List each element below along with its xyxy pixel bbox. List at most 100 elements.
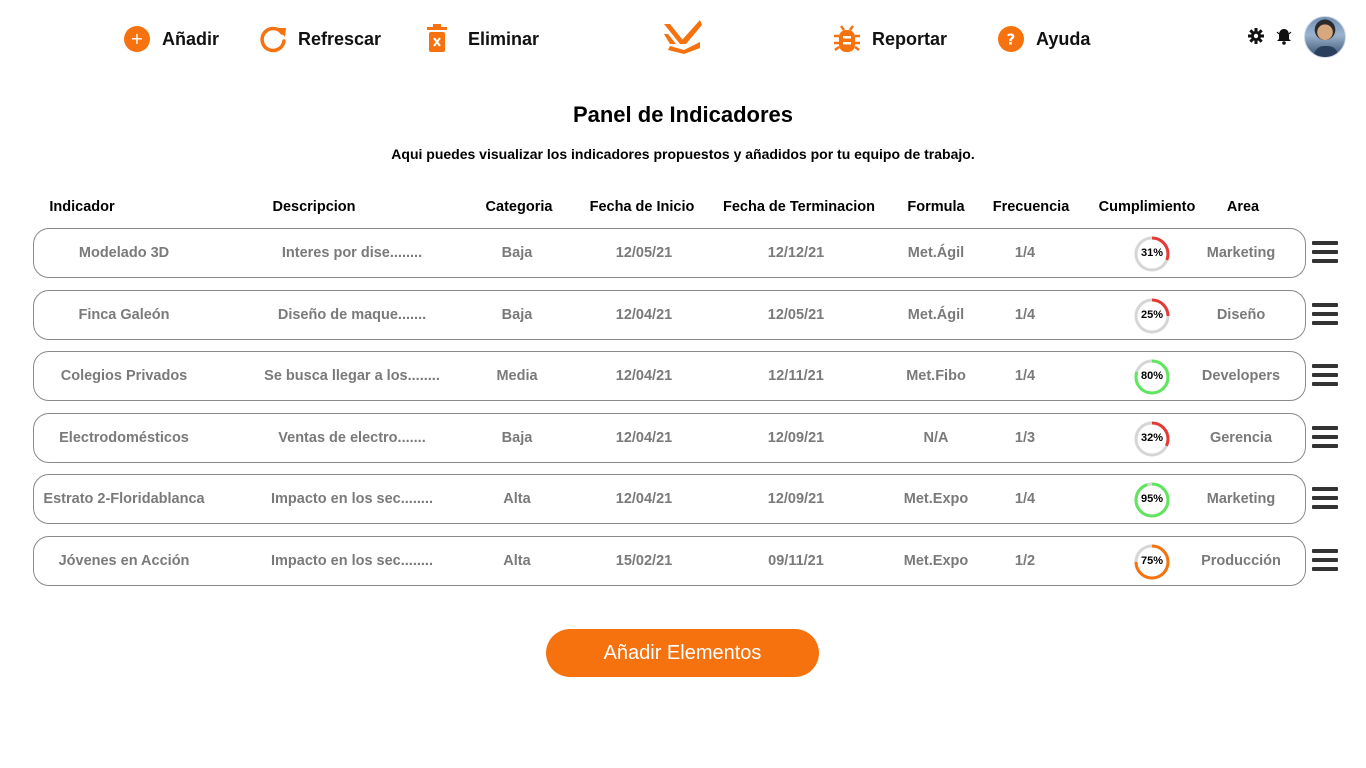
cell-frecuencia: 1/3 [1014,430,1036,446]
cell-area: Marketing [1206,491,1276,507]
table-row[interactable]: Jóvenes en Acción Impacto en los sec....… [33,536,1306,586]
row-menu-icon[interactable] [1312,549,1338,573]
progress-ring-label: 32% [1140,432,1164,444]
cell-fecha-inicio: 12/05/21 [615,245,673,261]
cell-fecha-fin: 12/05/21 [767,307,825,323]
refresh-label: Refrescar [298,28,382,49]
cell-indicador: Modelado 3D [78,245,170,261]
table-row[interactable]: Finca Galeón Diseño de maque....... Baja… [33,290,1306,340]
row-menu-icon[interactable] [1312,241,1338,265]
help-glyph: ? [1007,31,1016,49]
cell-indicador: Estrato 2-Floridablanca [43,491,205,507]
progress-ring: 95% [1133,481,1171,519]
row-menu-icon[interactable] [1312,426,1338,450]
cell-frecuencia: 1/4 [1014,368,1036,384]
row-menu-icon[interactable] [1312,303,1338,327]
cell-categoria: Alta [503,553,531,569]
cell-indicador: Colegios Privados [60,368,188,384]
table-row[interactable]: Colegios Privados Se busca llegar a los.… [33,351,1306,401]
cell-frecuencia: 1/2 [1014,553,1036,569]
brand-logo [664,20,702,54]
avatar[interactable] [1304,16,1346,58]
gear-icon[interactable] [1248,28,1264,44]
cell-area: Diseño [1216,307,1266,323]
cell-descripcion: Impacto en los sec........ [271,491,433,507]
cell-indicador: Electrodomésticos [59,430,189,446]
add-elements-button[interactable]: Añadir Elementos [546,629,819,677]
trash-icon [422,24,452,54]
cell-area: Developers [1201,368,1281,384]
cell-indicador: Jóvenes en Acción [58,553,190,569]
cell-categoria: Alta [503,491,531,507]
top-toolbar: + Añadir Refrescar Eliminar Reportar ? A… [0,0,1366,80]
cell-categoria: Baja [501,430,533,446]
cell-formula: Met.Ágil [907,245,965,261]
plus-circle-icon: + [122,24,152,54]
cell-fecha-fin: 12/09/21 [767,430,825,446]
cell-fecha-inicio: 12/04/21 [615,491,673,507]
cell-descripcion: Ventas de electro....... [278,430,426,446]
cell-fecha-fin: 12/11/21 [768,368,824,384]
add-button[interactable]: + Añadir [122,20,219,58]
progress-ring-label: 80% [1140,370,1164,382]
cell-frecuencia: 1/4 [1014,491,1036,507]
column-header-cumplimiento: Cumplimiento [1098,199,1196,215]
table-row[interactable]: Estrato 2-Floridablanca Impacto en los s… [33,474,1306,524]
cell-fecha-inicio: 12/04/21 [615,430,673,446]
cell-fecha-fin: 09/11/21 [768,553,824,569]
plus-glyph: + [130,29,143,48]
cell-descripcion: Interes por dise........ [281,245,423,261]
delete-button[interactable]: Eliminar [422,20,539,58]
cell-area: Marketing [1206,245,1276,261]
cell-categoria: Baja [501,307,533,323]
help-button[interactable]: ? Ayuda [996,20,1090,58]
help-circle-icon: ? [996,24,1026,54]
help-label: Ayuda [1036,28,1091,49]
progress-ring: 25% [1133,297,1171,335]
column-header-indicador: Indicador [49,199,115,215]
cell-frecuencia: 1/4 [1014,245,1036,261]
cell-formula: Met.Ágil [907,307,965,323]
refresh-button[interactable]: Refrescar [258,20,381,58]
row-menu-icon[interactable] [1312,364,1338,388]
cell-fecha-inicio: 15/02/21 [615,553,673,569]
progress-ring-label: 95% [1140,493,1164,505]
bug-icon [832,24,862,54]
table-row[interactable]: Electrodomésticos Ventas de electro.....… [33,413,1306,463]
cell-formula: Met.Expo [903,553,969,569]
column-header-fecha-inicio: Fecha de Inicio [589,199,695,215]
progress-ring: 80% [1133,358,1171,396]
progress-ring: 32% [1133,420,1171,458]
progress-ring-label: 25% [1140,309,1164,321]
cell-fecha-fin: 12/12/21 [767,245,825,261]
column-header-formula: Formula [907,199,965,215]
column-header-frecuencia: Frecuencia [992,199,1070,215]
cell-fecha-inicio: 12/04/21 [615,368,673,384]
cell-descripcion: Se busca llegar a los........ [264,368,440,384]
cell-formula: Met.Fibo [906,368,966,384]
progress-ring: 31% [1133,235,1171,273]
cell-area: Gerencia [1209,430,1273,446]
cell-categoria: Baja [501,245,533,261]
progress-ring-label: 31% [1140,247,1164,259]
add-label: Añadir [162,28,220,49]
cell-formula: Met.Expo [903,491,969,507]
table-row[interactable]: Modelado 3D Interes por dise........ Baj… [33,228,1306,278]
column-header-area: Area [1226,199,1260,215]
cell-fecha-inicio: 12/04/21 [615,307,673,323]
cell-descripcion: Diseño de maque....... [277,307,427,323]
page-title: Panel de Indicadores [572,102,794,127]
cell-descripcion: Impacto en los sec........ [271,553,433,569]
avatar-shirt [1314,46,1338,57]
report-button[interactable]: Reportar [832,20,947,58]
cell-area: Producción [1201,553,1281,569]
cell-indicador: Finca Galeón [78,307,170,323]
report-label: Reportar [872,28,948,49]
delete-label: Eliminar [468,28,540,49]
refresh-icon [258,24,288,54]
column-header-fecha-terminacion: Fecha de Terminacion [722,199,876,215]
row-menu-icon[interactable] [1312,487,1338,511]
column-header-descripcion: Descripcion [272,199,356,215]
bell-icon[interactable] [1276,28,1292,45]
progress-ring: 75% [1133,543,1171,581]
